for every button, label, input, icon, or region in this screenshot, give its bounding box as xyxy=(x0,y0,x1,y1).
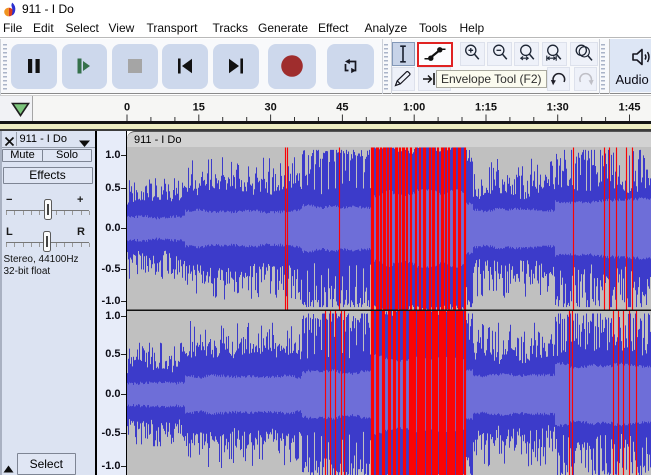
svg-text:30: 30 xyxy=(264,101,276,113)
svg-text:1:45: 1:45 xyxy=(618,101,640,113)
svg-text:15: 15 xyxy=(193,101,205,113)
svg-text:1:00: 1:00 xyxy=(403,101,425,113)
svg-text:45: 45 xyxy=(336,101,348,113)
svg-text:1:30: 1:30 xyxy=(547,101,569,113)
svg-text:1:15: 1:15 xyxy=(475,101,497,113)
svg-text:0: 0 xyxy=(124,101,130,113)
